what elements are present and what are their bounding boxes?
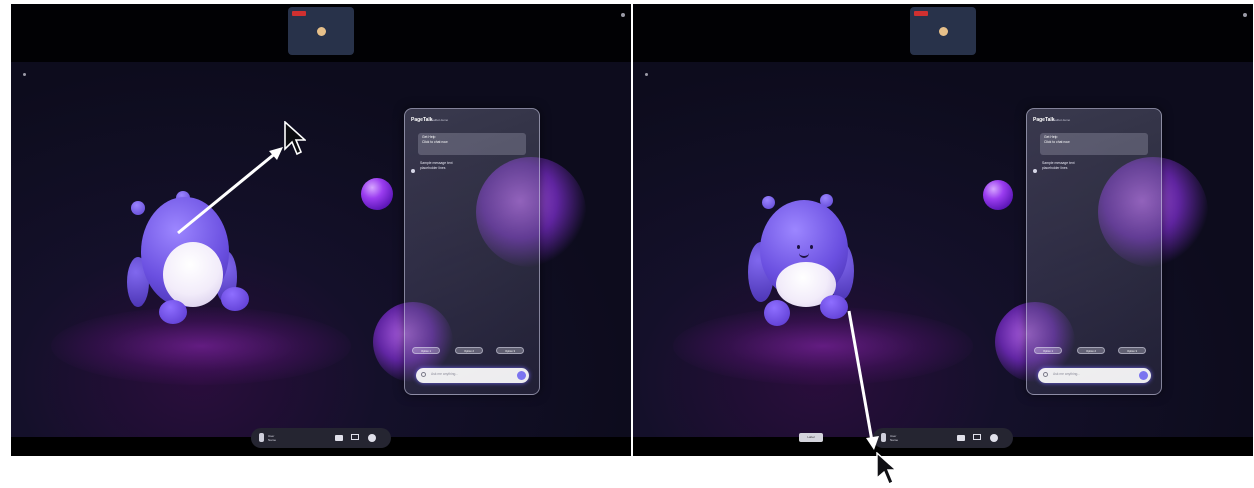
call-controls-dock: User Name: [251, 428, 391, 448]
card-line: Click to chat now: [1044, 139, 1070, 144]
purple-creature[interactable]: [740, 182, 890, 332]
camera-icon[interactable]: [335, 435, 343, 441]
window-dot-icon[interactable]: [1243, 13, 1247, 17]
annotation-arrow: [177, 147, 283, 235]
screenshot-panel-before: PageTalk chatbot demo Get Help Click to …: [11, 4, 631, 456]
avatar: [317, 27, 326, 36]
3d-scene[interactable]: PageTalk chatbot demo Get Help Click to …: [633, 62, 1253, 437]
participant-thumbnail[interactable]: [288, 7, 354, 55]
quick-reply-chip[interactable]: Option 3: [1118, 347, 1146, 354]
send-icon[interactable]: [1139, 371, 1148, 380]
user-icon: [259, 433, 264, 442]
record-icon: [292, 11, 306, 16]
top-bar: [11, 4, 631, 62]
dock-user-name: User Name: [890, 434, 898, 442]
dock-name-line: Name: [890, 438, 899, 442]
user-icon: [881, 433, 886, 442]
screen-share-icon[interactable]: [351, 434, 359, 440]
3d-scene[interactable]: PageTalk chatbot demo Get Help Click to …: [11, 62, 631, 437]
input-placeholder: Ask me anything...: [1053, 372, 1081, 376]
more-icon[interactable]: [368, 434, 376, 442]
search-icon: [1043, 372, 1048, 377]
call-controls-dock: User Name: [873, 428, 1013, 448]
scene-dot-icon: [645, 73, 648, 76]
dock-user-name: User Name: [268, 434, 276, 442]
message-line: placeholder lines: [1042, 165, 1068, 170]
avatar: [939, 27, 948, 36]
screen-share-icon[interactable]: [973, 434, 981, 440]
top-bar: [633, 4, 1253, 62]
camera-icon[interactable]: [957, 435, 965, 441]
quick-reply-chip[interactable]: Option 1: [1034, 347, 1062, 354]
mouse-cursor-icon: [876, 452, 898, 485]
participant-thumbnail[interactable]: [910, 7, 976, 55]
bot-icon: [1033, 169, 1037, 173]
more-icon[interactable]: [990, 434, 998, 442]
window-dot-icon[interactable]: [621, 13, 625, 17]
chat-tagline: chatbot demo: [1052, 118, 1071, 122]
dock-name-line: Name: [268, 438, 277, 442]
chat-widget[interactable]: PageTalk chatbot demo Get Help Click to …: [1026, 108, 1162, 395]
quick-reply-chip[interactable]: Option 2: [1077, 347, 1105, 354]
creature-eye-right: [810, 245, 813, 249]
creature-foot-right: [820, 295, 848, 319]
chat-input[interactable]: Ask me anything...: [1038, 368, 1151, 383]
label-chip: Label: [799, 433, 823, 442]
chat-message: Sample message text placeholder lines: [1042, 161, 1152, 170]
creature-ear-left: [762, 196, 775, 209]
creature-eye-left: [797, 245, 800, 249]
welcome-card[interactable]: Get Help Click to chat now: [1040, 133, 1148, 155]
screenshot-panel-after: PageTalk chatbot demo Get Help Click to …: [633, 4, 1253, 456]
creature-foot-left: [764, 300, 790, 326]
purple-sphere-small: [983, 180, 1013, 210]
record-icon: [914, 11, 928, 16]
mouse-cursor-icon: [284, 121, 306, 156]
